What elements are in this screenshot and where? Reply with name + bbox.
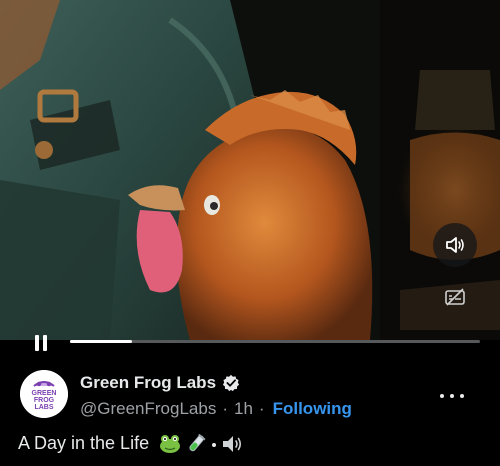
pause-button[interactable] — [32, 332, 52, 352]
more-dots-icon — [440, 394, 444, 398]
speaker-volume-icon — [446, 237, 464, 253]
volume-button[interactable] — [433, 223, 477, 267]
meta-separator: · — [258, 399, 265, 418]
captions-off-icon — [445, 288, 465, 306]
video-frame — [0, 0, 500, 340]
author-name-row: Green Frog Labs — [80, 373, 240, 393]
captions-button[interactable] — [442, 286, 468, 308]
green-frog-labs-logo: GREEN FROG LABS — [20, 370, 68, 418]
display-name[interactable]: Green Frog Labs — [80, 373, 216, 393]
test-tube-emoji — [189, 433, 206, 451]
post-body: A Day in the Life — [18, 433, 150, 453]
author-meta-row: @GreenFrogLabs · 1h · Following — [80, 399, 352, 419]
meta-separator: · — [222, 399, 228, 418]
following-button[interactable]: Following — [273, 399, 352, 419]
avatar[interactable]: GREEN FROG LABS — [20, 370, 68, 418]
svg-text:GREEN: GREEN — [32, 390, 57, 397]
playback-controls — [0, 328, 500, 356]
handle[interactable]: @GreenFrogLabs — [80, 399, 216, 419]
video-player[interactable] — [0, 0, 500, 340]
svg-text:FROG: FROG — [34, 397, 55, 404]
more-options-button[interactable] — [440, 388, 464, 404]
progress-bar-fill — [70, 340, 132, 343]
post-text: A Day in the Life — [18, 433, 243, 454]
progress-bar[interactable] — [70, 340, 480, 343]
verified-badge-icon — [222, 374, 240, 392]
frog-emoji — [160, 434, 181, 453]
svg-text:LABS: LABS — [34, 404, 53, 411]
dot-emoji — [212, 442, 217, 447]
speaker-emoji — [223, 435, 242, 452]
pause-icon — [35, 335, 39, 351]
post-time[interactable]: 1h — [234, 399, 253, 419]
